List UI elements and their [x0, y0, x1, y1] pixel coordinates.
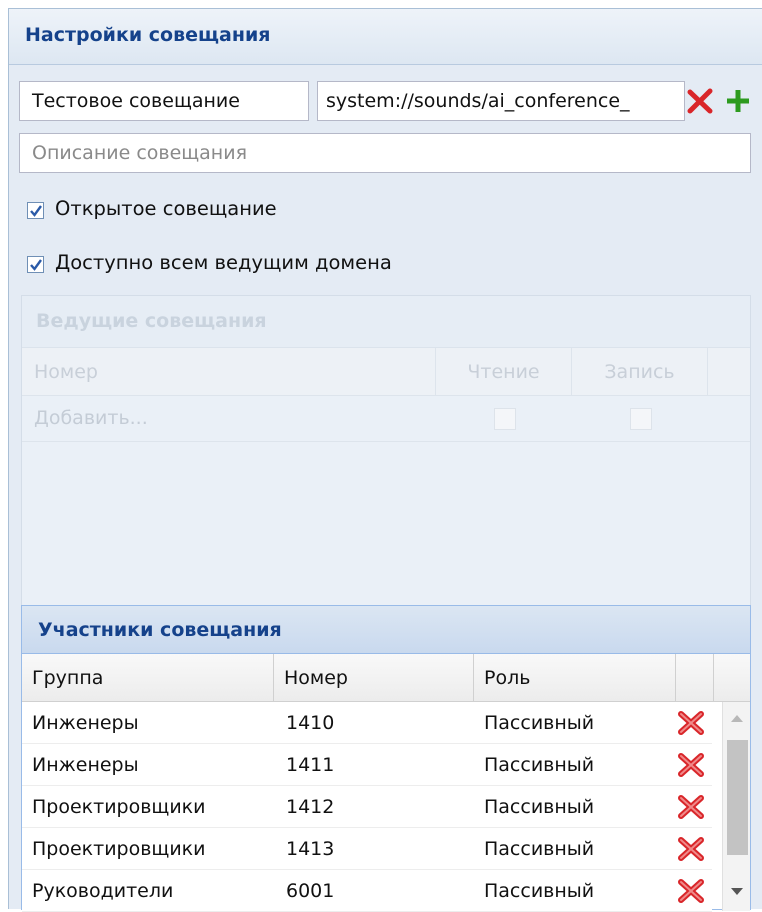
participants-grid: Участники совещания Группа Номер Роль Ин… — [21, 605, 751, 912]
delete-row-icon[interactable] — [676, 793, 706, 821]
sound-file-field[interactable]: system://sounds/ai_conference_ — [317, 81, 685, 121]
open-conference-checkbox[interactable] — [27, 202, 44, 219]
cell-number: 1413 — [286, 838, 335, 860]
table-row[interactable]: Руководители 6001 Пассивный — [22, 870, 712, 912]
cell-group: Руководители — [32, 880, 174, 902]
cell-number: 1411 — [286, 754, 335, 776]
cell-role[interactable]: Пассивный — [484, 870, 594, 912]
open-conference-label: Открытое совещание — [55, 197, 277, 220]
cell-group: Инженеры — [32, 712, 139, 734]
panel-header: Настройки совещания — [9, 9, 762, 65]
table-row[interactable]: Проектировщики 1413 Пассивный — [22, 828, 712, 870]
scroll-down-arrow-icon[interactable] — [730, 886, 744, 898]
conference-name-field[interactable]: Тестовое совещание — [19, 81, 309, 121]
hosts-read-checkbox — [494, 408, 516, 430]
hosts-grid-header: Ведущие совещания — [22, 296, 750, 348]
checkmark-icon — [30, 205, 42, 217]
participants-grid-columns: Группа Номер Роль — [22, 654, 750, 702]
column-number[interactable]: Номер — [274, 654, 474, 702]
cell-number: 1410 — [286, 712, 335, 734]
domain-hosts-checkbox[interactable] — [27, 256, 44, 273]
scrollbar-thumb[interactable] — [727, 740, 748, 855]
cell-role[interactable]: Пассивный — [484, 786, 594, 828]
table-row[interactable]: Инженеры 1410 Пассивный — [22, 702, 712, 744]
clear-sound-button[interactable] — [685, 86, 715, 116]
hosts-write-checkbox — [630, 408, 652, 430]
vertical-scrollbar[interactable] — [722, 702, 750, 911]
cell-number: 1412 — [286, 796, 335, 818]
column-role[interactable]: Роль — [474, 654, 676, 702]
domain-hosts-label: Доступно всем ведущим домена — [55, 251, 392, 274]
participants-grid-title: Участники совещания — [38, 619, 282, 641]
delete-row-icon[interactable] — [676, 751, 706, 779]
delete-row-icon[interactable] — [676, 709, 706, 737]
hosts-column-read: Чтение — [436, 348, 572, 396]
conference-settings-panel: Настройки совещания Тестовое совещание s… — [8, 8, 762, 912]
hosts-column-write: Запись — [572, 348, 708, 396]
cell-role[interactable]: Пассивный — [484, 702, 594, 744]
cell-role[interactable]: Пассивный — [484, 744, 594, 786]
hosts-add-text: Добавить... — [34, 407, 148, 429]
hosts-grid-columns: Номер Чтение Запись — [22, 348, 750, 396]
cell-group: Инженеры — [32, 754, 139, 776]
green-plus-icon — [727, 90, 749, 112]
delete-row-icon[interactable] — [676, 877, 706, 905]
cell-group: Проектировщики — [32, 796, 206, 818]
table-row[interactable]: Проектировщики 1412 Пассивный — [22, 786, 712, 828]
add-sound-button[interactable] — [723, 86, 753, 116]
column-actions — [676, 654, 714, 702]
description-field[interactable]: Описание совещания — [19, 133, 751, 173]
cell-role[interactable]: Пассивный — [484, 828, 594, 870]
hosts-grid-title: Ведущие совещания — [36, 310, 267, 332]
red-x-icon — [687, 88, 713, 114]
panel-title: Настройки совещания — [25, 24, 271, 46]
scroll-up-arrow-icon[interactable] — [730, 712, 744, 724]
checkmark-icon — [30, 259, 42, 271]
cell-group: Проектировщики — [32, 838, 206, 860]
table-row[interactable]: Инженеры 1411 Пассивный — [22, 744, 712, 786]
column-group[interactable]: Группа — [22, 654, 274, 702]
hosts-grid: Ведущие совещания Номер Чтение Запись До… — [21, 295, 751, 615]
delete-row-icon[interactable] — [676, 835, 706, 863]
cell-number: 6001 — [286, 880, 335, 902]
hosts-add-row: Добавить... — [22, 396, 750, 442]
participants-grid-header: Участники совещания — [22, 606, 750, 654]
hosts-column-number: Номер — [22, 348, 436, 396]
